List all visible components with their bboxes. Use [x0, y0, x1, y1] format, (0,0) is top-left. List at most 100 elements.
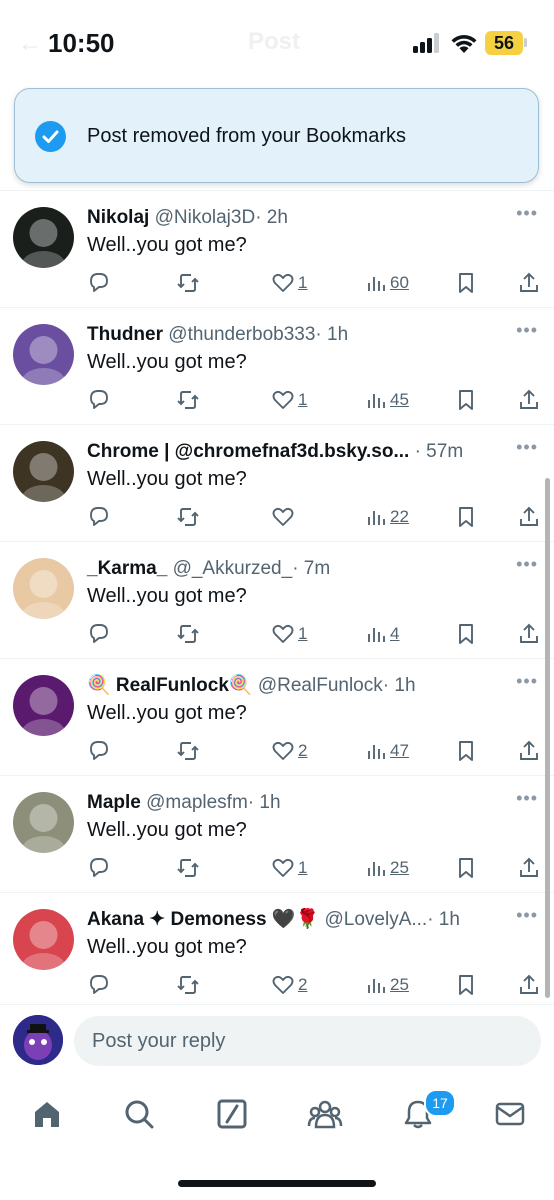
like-button[interactable]: 1: [271, 854, 307, 882]
user-avatar[interactable]: [13, 909, 74, 970]
post-item[interactable]: Nikolaj @Nikolaj3D· 2h ••• Well..you got m…: [0, 190, 554, 307]
share-button[interactable]: [517, 269, 541, 297]
share-button[interactable]: [517, 737, 541, 765]
bookmark-button[interactable]: [454, 386, 478, 414]
user-handle[interactable]: @maplesfm: [146, 792, 248, 813]
user-handle[interactable]: @thunderbob333: [168, 324, 315, 345]
display-name[interactable]: Nikolaj: [87, 207, 149, 228]
messages-envelope-icon[interactable]: [490, 1094, 530, 1134]
reply-button[interactable]: [87, 737, 111, 765]
user-avatar[interactable]: [13, 441, 74, 502]
share-button[interactable]: [517, 386, 541, 414]
display-name[interactable]: Maple: [87, 792, 141, 813]
repost-button[interactable]: [176, 620, 200, 648]
share-button[interactable]: [517, 854, 541, 882]
repost-button[interactable]: [176, 269, 200, 297]
user-avatar[interactable]: [13, 324, 74, 385]
home-indicator[interactable]: [178, 1180, 376, 1187]
repost-button[interactable]: [176, 971, 200, 999]
more-options-icon[interactable]: •••: [516, 905, 538, 926]
current-user-avatar[interactable]: [13, 1015, 63, 1065]
bookmark-button[interactable]: [454, 854, 478, 882]
bookmark-button[interactable]: [454, 503, 478, 531]
like-button[interactable]: 2: [271, 971, 307, 999]
post-time: · 1h: [247, 792, 281, 813]
display-name[interactable]: Thudner: [87, 324, 163, 345]
share-button[interactable]: [517, 971, 541, 999]
bookmark-button[interactable]: [454, 269, 478, 297]
reply-button[interactable]: [87, 269, 111, 297]
like-button[interactable]: 1: [271, 269, 307, 297]
views-chart-icon: [368, 862, 385, 876]
repost-button[interactable]: [176, 386, 200, 414]
user-handle[interactable]: @RealFunlock: [258, 675, 383, 696]
views-button[interactable]: 22: [365, 503, 409, 531]
views-button[interactable]: 4: [365, 620, 399, 648]
like-button[interactable]: 1: [271, 620, 307, 648]
repost-icon: [177, 859, 199, 877]
display-name[interactable]: Chrome | @chromefnaf3d.bsky.so...: [87, 441, 409, 462]
share-icon: [520, 623, 538, 643]
communities-icon[interactable]: [305, 1094, 345, 1134]
user-handle[interactable]: @_Akkurzed_: [173, 558, 293, 579]
more-options-icon[interactable]: •••: [516, 788, 538, 809]
user-avatar[interactable]: [13, 558, 74, 619]
more-options-icon[interactable]: •••: [516, 437, 538, 458]
reply-button[interactable]: [87, 620, 111, 648]
bookmark-button[interactable]: [454, 971, 478, 999]
views-button[interactable]: 25: [365, 971, 409, 999]
like-button[interactable]: 1: [271, 386, 307, 414]
like-count: 1: [298, 390, 308, 409]
views-chart-icon: [368, 277, 385, 291]
user-handle[interactable]: @Nikolaj3D: [155, 207, 256, 228]
views-button[interactable]: 25: [365, 854, 409, 882]
battery-indicator: 56: [485, 31, 523, 55]
post-item[interactable]: 🍭 RealFunlock🍭 @RealFunlock· 1h ••• Well..…: [0, 658, 554, 775]
bookmark-button[interactable]: [454, 620, 478, 648]
reply-button[interactable]: [87, 971, 111, 999]
back-arrow-icon[interactable]: ←: [18, 30, 42, 58]
search-icon[interactable]: [119, 1094, 159, 1134]
display-name[interactable]: 🍭 RealFunlock🍭: [87, 675, 253, 696]
post-item[interactable]: Akana ✦ Demoness 🖤🌹 @LovelyA...· 1h ••• We…: [0, 892, 554, 1009]
share-button[interactable]: [517, 620, 541, 648]
views-chart-icon: [368, 628, 385, 642]
more-options-icon[interactable]: •••: [516, 671, 538, 692]
like-button[interactable]: 2: [271, 737, 307, 765]
display-name[interactable]: _Karma_: [87, 558, 167, 579]
post-header: Thudner @thunderbob333· 1h: [87, 322, 514, 348]
post-actions: 14: [87, 620, 547, 648]
reply-icon: [90, 507, 108, 526]
post-item[interactable]: Thudner @thunderbob333· 1h ••• Well..you g…: [0, 307, 554, 424]
repost-button[interactable]: [176, 503, 200, 531]
share-button[interactable]: [517, 503, 541, 531]
user-handle[interactable]: @LovelyA...: [324, 909, 427, 930]
post-item[interactable]: Chrome | @chromefnaf3d.bsky.so... · 57m •…: [0, 424, 554, 541]
user-avatar[interactable]: [13, 675, 74, 736]
repost-icon: [177, 391, 199, 409]
display-name[interactable]: Akana ✦ Demoness 🖤🌹: [87, 909, 319, 930]
bookmark-button[interactable]: [454, 737, 478, 765]
more-options-icon[interactable]: •••: [516, 554, 538, 575]
views-button[interactable]: 60: [365, 269, 409, 297]
more-options-icon[interactable]: •••: [516, 203, 538, 224]
reply-button[interactable]: [87, 503, 111, 531]
post-item[interactable]: Maple @maplesfm· 1h ••• Well..you got me? 1…: [0, 775, 554, 892]
home-icon[interactable]: [27, 1094, 67, 1134]
more-options-icon[interactable]: •••: [516, 320, 538, 341]
views-chart-icon: [368, 979, 385, 993]
post-item[interactable]: _Karma_ @_Akkurzed_· 7m ••• Well..you got …: [0, 541, 554, 658]
views-button[interactable]: 47: [365, 737, 409, 765]
repost-button[interactable]: [176, 737, 200, 765]
user-avatar[interactable]: [13, 792, 74, 853]
scrollbar[interactable]: [545, 478, 550, 998]
reply-input[interactable]: [74, 1016, 541, 1066]
views-button[interactable]: 45: [365, 386, 409, 414]
repost-button[interactable]: [176, 854, 200, 882]
user-avatar[interactable]: [13, 207, 74, 268]
reply-button[interactable]: [87, 386, 111, 414]
like-button[interactable]: [271, 503, 298, 531]
grok-icon[interactable]: [212, 1094, 252, 1134]
reply-button[interactable]: [87, 854, 111, 882]
post-text: Well..you got me?: [87, 702, 247, 724]
